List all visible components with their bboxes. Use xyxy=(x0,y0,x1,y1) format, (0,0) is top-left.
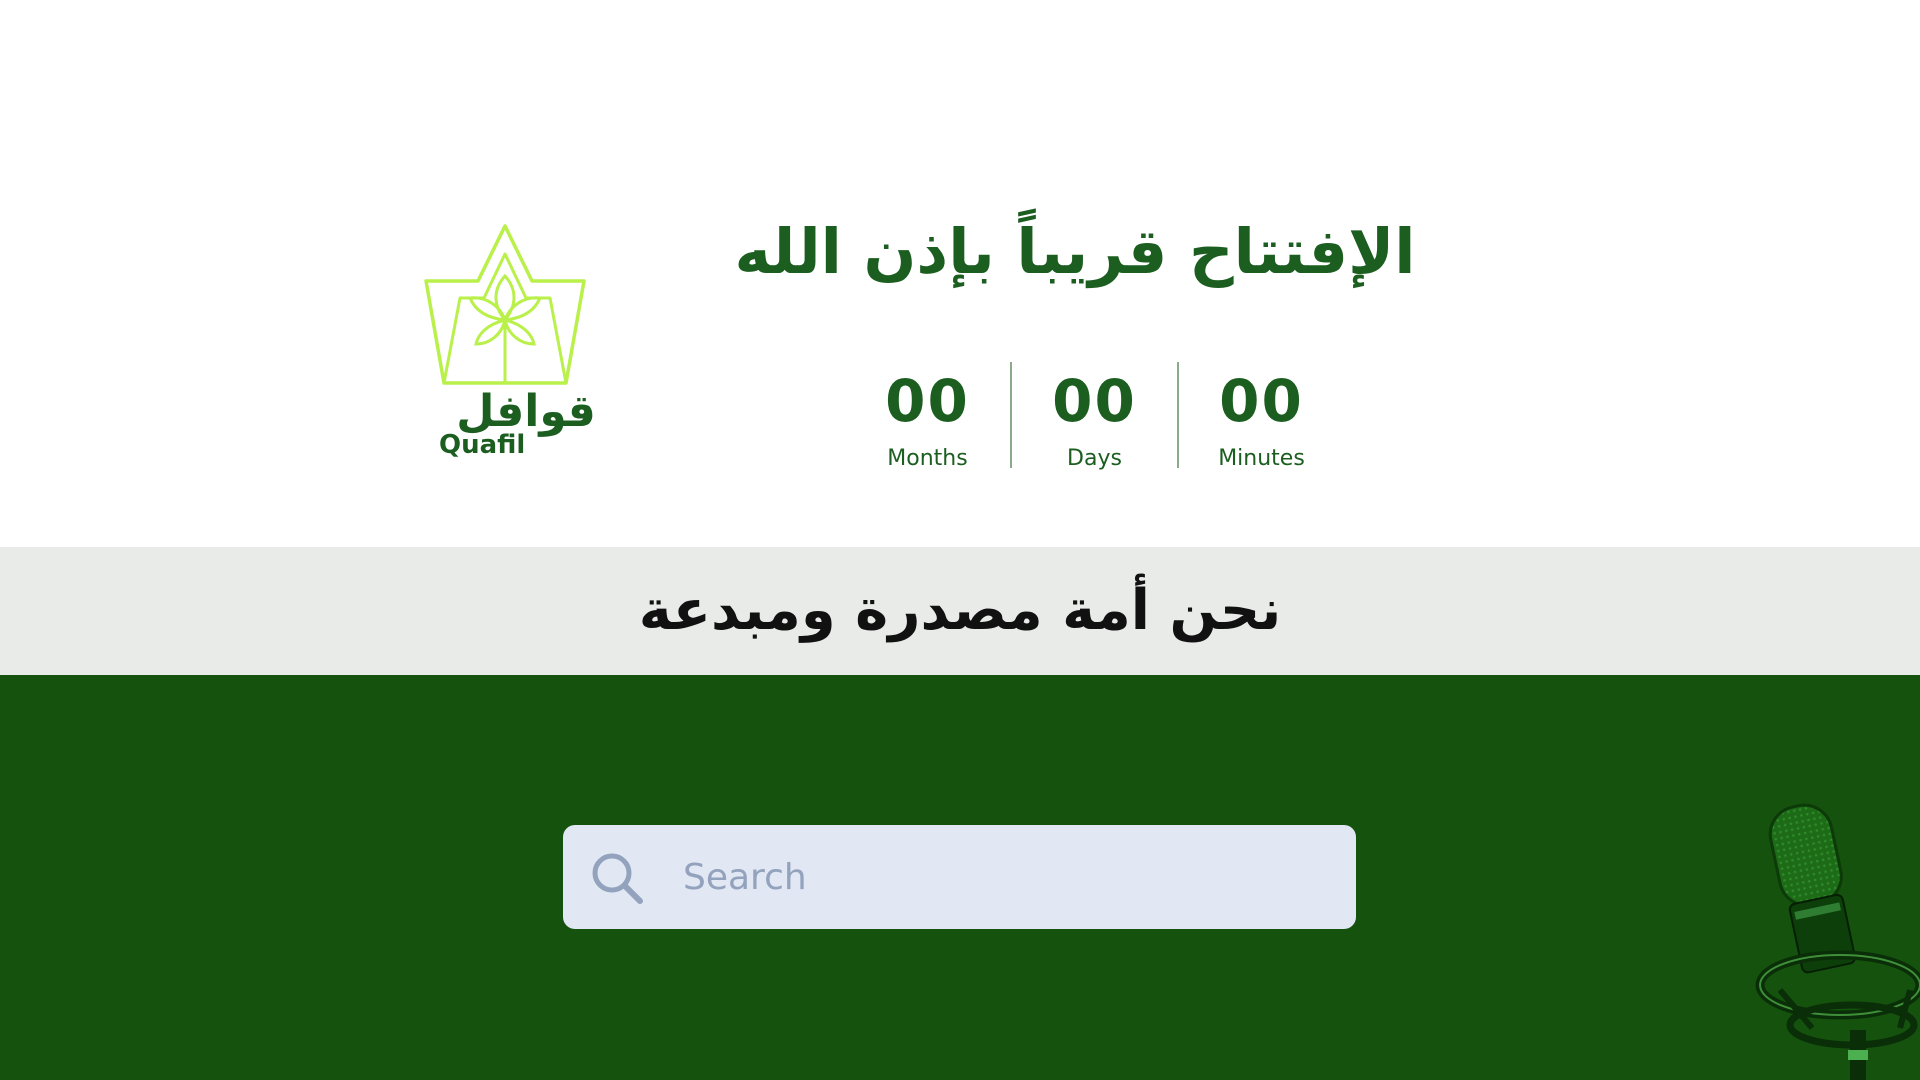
crown-leaf-logo-icon xyxy=(424,224,586,385)
countdown-days: 00 Days xyxy=(1012,362,1177,471)
logo-latin-text: Quafil xyxy=(439,430,526,460)
hero-section: قوافل Quafil الإفتتاح قريباً بإذن الله 0… xyxy=(0,0,1920,547)
search-input[interactable] xyxy=(683,825,1323,929)
logo-arabic-text: قوافل xyxy=(456,386,596,437)
countdown-value: 00 xyxy=(1219,367,1304,435)
search-bar[interactable] xyxy=(563,825,1356,929)
countdown-label: Days xyxy=(1067,446,1122,471)
microphone-icon xyxy=(1755,803,1920,1080)
search-section xyxy=(0,675,1920,1080)
countdown-label: Minutes xyxy=(1218,446,1305,471)
countdown-timer: 00 Months 00 Days 00 Minutes xyxy=(845,362,1344,471)
coming-soon-headline: الإفتتاح قريباً بإذن الله xyxy=(734,215,1416,288)
countdown-minutes: 00 Minutes xyxy=(1179,362,1344,471)
countdown-value: 00 xyxy=(885,367,970,435)
search-icon[interactable] xyxy=(589,850,645,906)
quafil-logo[interactable]: قوافل Quafil xyxy=(420,220,596,470)
slogan-text: نحن أمة مصدرة ومبدعة xyxy=(638,578,1282,643)
countdown-value: 00 xyxy=(1052,367,1137,435)
slogan-band: نحن أمة مصدرة ومبدعة xyxy=(0,547,1920,675)
countdown-label: Months xyxy=(887,446,968,471)
countdown-months: 00 Months xyxy=(845,362,1010,471)
